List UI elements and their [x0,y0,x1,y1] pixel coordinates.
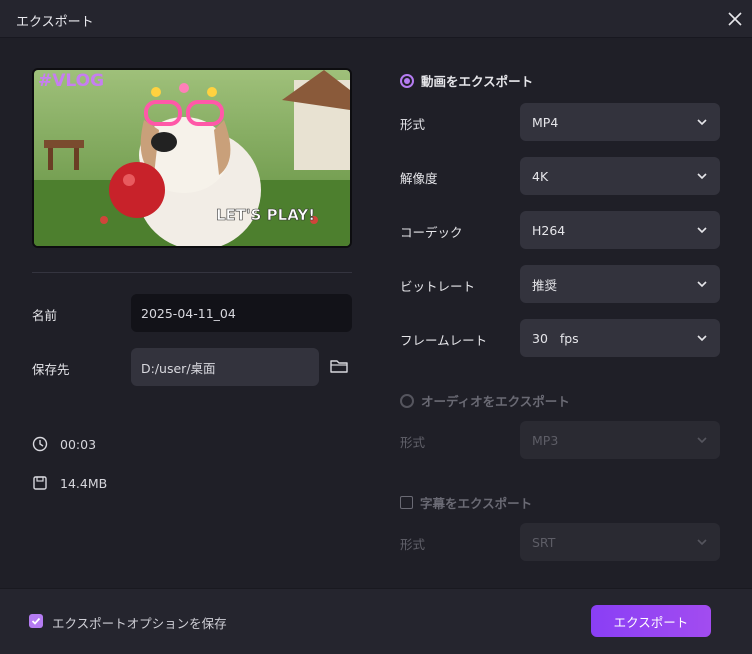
path-value: D:/user/桌面 [141,360,216,376]
subtitle-export-label: 字幕をエクスポート [420,496,533,511]
framerate-value: 30 fps [532,330,579,346]
framerate-label: フレームレート [400,333,488,348]
chevron-down-icon [697,119,707,126]
video-export-toggle[interactable]: 動画をエクスポート [400,71,533,90]
preview-image: #VLOG LET'S PLAY! [34,70,350,246]
subtitle-format-label: 形式 [400,537,426,552]
bitrate-value: 推奨 [532,277,558,293]
window-title: エクスポート [16,15,94,30]
codec-label: コーデック [400,225,463,240]
format-value: MP4 [532,114,559,130]
subtitle-format-select[interactable]: SRT [520,523,720,561]
export-button[interactable]: エクスポート [591,605,711,637]
chevron-down-icon [697,281,707,288]
preview-overlay-vlog: #VLOG [38,71,104,91]
resolution-value: 4K [532,168,549,184]
bitrate-label: ビットレート [400,279,476,294]
audio-format-select[interactable]: MP3 [520,421,720,459]
save-options-label: エクスポートオプションを保存 [52,616,227,631]
path-label: 保存先 [32,362,70,377]
chevron-down-icon [697,227,707,234]
audio-format-value: MP3 [532,432,559,448]
subtitle-export-toggle[interactable]: 字幕をエクスポート [400,493,532,512]
resolution-select[interactable]: 4K [520,157,720,195]
codec-value: H264 [532,222,566,238]
folder-icon [330,360,348,373]
audio-format-label: 形式 [400,435,426,450]
resolution-label: 解像度 [400,171,438,186]
export-button-label: エクスポート [613,614,689,630]
video-export-radio[interactable] [400,73,414,88]
chevron-down-icon [697,335,707,342]
browse-folder-button[interactable] [330,358,350,376]
video-export-label: 動画をエクスポート [421,74,534,89]
audio-export-radio[interactable] [400,393,414,408]
clock-icon [32,436,48,452]
subtitle-format-value: SRT [532,534,556,550]
save-options-checkbox[interactable] [29,614,43,628]
audio-export-toggle[interactable]: オーディオをエクスポート [400,391,570,410]
preview-overlay-letsplay: LET'S PLAY! [216,206,315,224]
close-button[interactable] [722,6,748,32]
name-value: 2025-04-11_04 [141,305,236,321]
path-input[interactable]: D:/user/桌面 [131,348,319,386]
file-size-icon [33,476,47,490]
title-bar: エクスポート [0,0,752,38]
video-preview: #VLOG LET'S PLAY! [32,68,352,248]
format-select[interactable]: MP4 [520,103,720,141]
chevron-down-icon [697,437,707,444]
checkmark-icon [31,617,41,625]
chevron-down-icon [697,173,707,180]
audio-export-label: オーディオをエクスポート [421,394,570,409]
subtitle-export-checkbox[interactable] [400,496,413,509]
name-input[interactable]: 2025-04-11_04 [131,294,352,332]
chevron-down-icon [697,539,707,546]
bitrate-select[interactable]: 推奨 [520,265,720,303]
left-divider [32,272,352,273]
file-size-text: 14.4MB [60,476,108,491]
format-label: 形式 [400,117,426,132]
duration-text: 00:03 [60,437,97,452]
framerate-select[interactable]: 30 fps [520,319,720,357]
codec-select[interactable]: H264 [520,211,720,249]
name-label: 名前 [32,308,58,323]
close-icon [728,12,742,26]
